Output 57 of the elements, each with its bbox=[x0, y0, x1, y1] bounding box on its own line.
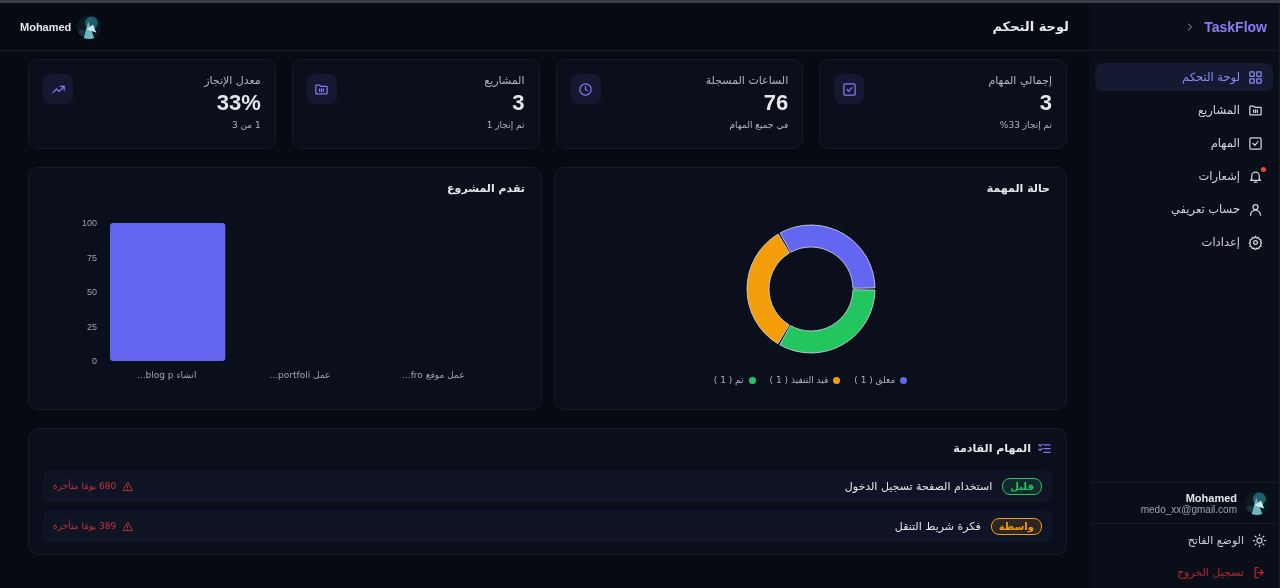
logout-icon bbox=[1252, 564, 1267, 580]
sidebar-item[interactable]: حساب تعريفي bbox=[1095, 195, 1273, 223]
axis-tick-label: 25 bbox=[87, 321, 97, 332]
stat-note: في جميع المهام bbox=[728, 120, 789, 130]
axis-tick-label: 0 bbox=[92, 356, 97, 366]
stat-note: 1 من 3 bbox=[230, 120, 261, 130]
settings-icon bbox=[1248, 234, 1263, 250]
axis-tick-label: 50 bbox=[87, 287, 97, 297]
folder-icon bbox=[314, 81, 330, 97]
sidebar-item[interactable]: إعدادات bbox=[1095, 228, 1273, 256]
warning-icon bbox=[122, 520, 134, 532]
clock-icon bbox=[578, 81, 593, 97]
task-title: فكرة شريط التنقل bbox=[894, 519, 981, 533]
axis-category-label: انشاء blog p... bbox=[136, 370, 197, 380]
theme-toggle[interactable]: الوضع الفاتح bbox=[1089, 524, 1279, 556]
priority-tag: قليل bbox=[1002, 477, 1042, 495]
stat-label: المشاريع bbox=[484, 74, 525, 87]
user-name: Mohamed bbox=[1184, 491, 1237, 504]
sidebar-item[interactable]: المشاريع bbox=[1095, 96, 1273, 124]
axis-category-label: عمل موقع fro... bbox=[402, 370, 465, 380]
stat-value: 76 bbox=[762, 90, 789, 116]
task-row[interactable]: قليل استخدام الصفحة تسجيل الدخول 680 يومًا متأخرة bbox=[43, 470, 1052, 502]
axis-tick-label: 75 bbox=[87, 252, 97, 263]
user-email: medo_xx@gmail.com bbox=[1140, 503, 1237, 515]
axis-tick-label: 100 bbox=[81, 218, 97, 228]
sidebar-item[interactable]: المهام bbox=[1095, 129, 1273, 157]
stat-value: 33% bbox=[215, 90, 261, 116]
panel-title: حالة المهمة bbox=[985, 182, 1050, 195]
sidebar-item[interactable]: لوحة التحكم bbox=[1095, 63, 1273, 91]
bell-icon bbox=[1248, 168, 1263, 184]
checkbox-icon bbox=[841, 81, 857, 97]
overdue-label: 389 يومًا متأخرة bbox=[53, 521, 117, 531]
folder-icon bbox=[1248, 102, 1263, 118]
panel-title: تقدم المشروع bbox=[446, 182, 525, 195]
grid-icon bbox=[1248, 69, 1263, 85]
sun-icon bbox=[1252, 532, 1267, 548]
stat-note: تم إنجاز 33% bbox=[998, 120, 1052, 130]
task-row[interactable]: واسطة فكرة شريط التنقل 389 يومًا متأخرة bbox=[43, 510, 1052, 542]
sidebar-item[interactable]: إشعارات bbox=[1095, 162, 1273, 190]
user-icon bbox=[1248, 201, 1263, 217]
priority-tag: واسطة bbox=[990, 517, 1042, 535]
axis-category-label: عمل portfoli... bbox=[269, 370, 331, 380]
warning-icon bbox=[122, 480, 134, 492]
overdue-label: 680 يومًا متأخرة bbox=[53, 481, 117, 491]
app-logo: TaskFlow bbox=[1204, 18, 1267, 35]
stat-label: الساعات المسجلة bbox=[705, 74, 789, 87]
checkbox-icon bbox=[1248, 135, 1263, 151]
panel-title: المهام القادمة bbox=[953, 442, 1031, 455]
stat-value: 3 bbox=[1038, 90, 1052, 116]
stat-value: 3 bbox=[511, 90, 525, 116]
stat-label: معدل الإنجاز bbox=[204, 74, 261, 87]
task-title: استخدام الصفحة تسجيل الدخول bbox=[844, 479, 993, 493]
stat-note: تم إنجاز 1 bbox=[485, 120, 525, 130]
page-title: لوحة التحكم bbox=[992, 19, 1069, 34]
list-check-icon bbox=[1037, 441, 1052, 456]
stat-label: إجمالي المهام bbox=[988, 74, 1052, 87]
user-name: Mohamed bbox=[20, 20, 72, 33]
